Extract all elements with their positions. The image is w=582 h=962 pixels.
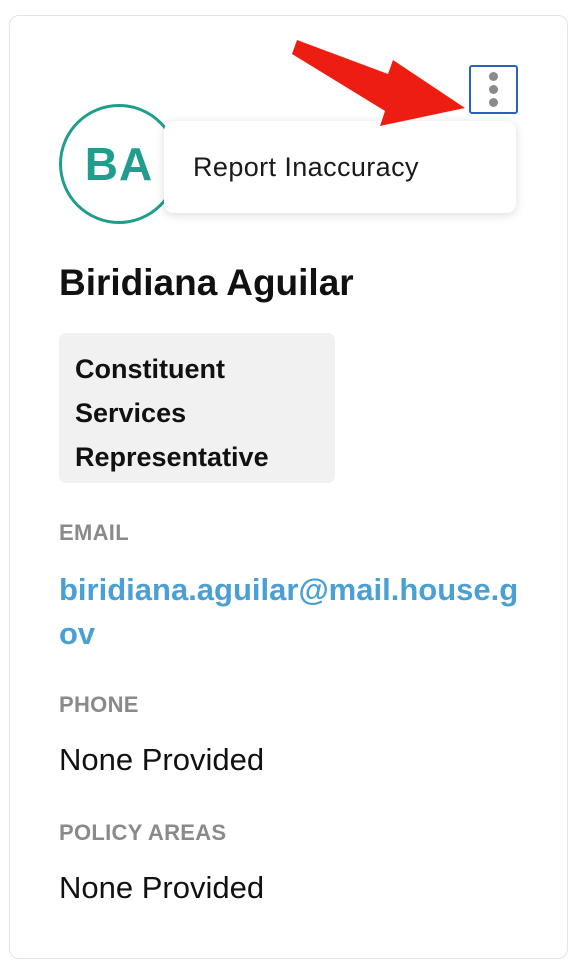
person-name: Biridiana Aguilar: [59, 262, 354, 303]
overflow-menu: Report Inaccuracy: [164, 121, 516, 213]
red-arrow-icon: [292, 40, 465, 126]
arrow-shape: [292, 40, 465, 126]
phone-value: None Provided: [59, 742, 265, 777]
email-label: EMAIL: [59, 520, 129, 545]
vertical-ellipsis-icon-dot: [489, 85, 498, 94]
job-title-line: Services: [75, 398, 187, 428]
avatar: BA: [59, 104, 179, 224]
avatar-initials: BA: [84, 138, 154, 190]
menu-item-label: Report Inaccuracy: [193, 151, 419, 182]
policy-areas-label: POLICY AREAS: [59, 820, 227, 845]
vertical-ellipsis-icon-dot: [489, 98, 498, 107]
more-options-button[interactable]: [469, 65, 518, 114]
report-inaccuracy-menu-item[interactable]: Report Inaccuracy: [164, 121, 516, 213]
staff-profile-card: BA Report Inaccuracy Biridiana Aguilar C…: [9, 15, 568, 959]
policy-areas-value: None Provided: [59, 870, 265, 905]
job-title-line: Representative: [75, 442, 269, 472]
job-title-badge: Constituent Services Representative: [59, 333, 335, 483]
job-title-line: Constituent: [75, 354, 225, 384]
email-link[interactable]: biridiana.aguilar@mail.house.gov: [59, 568, 529, 656]
vertical-ellipsis-icon: [489, 72, 498, 81]
phone-label: PHONE: [59, 692, 139, 717]
